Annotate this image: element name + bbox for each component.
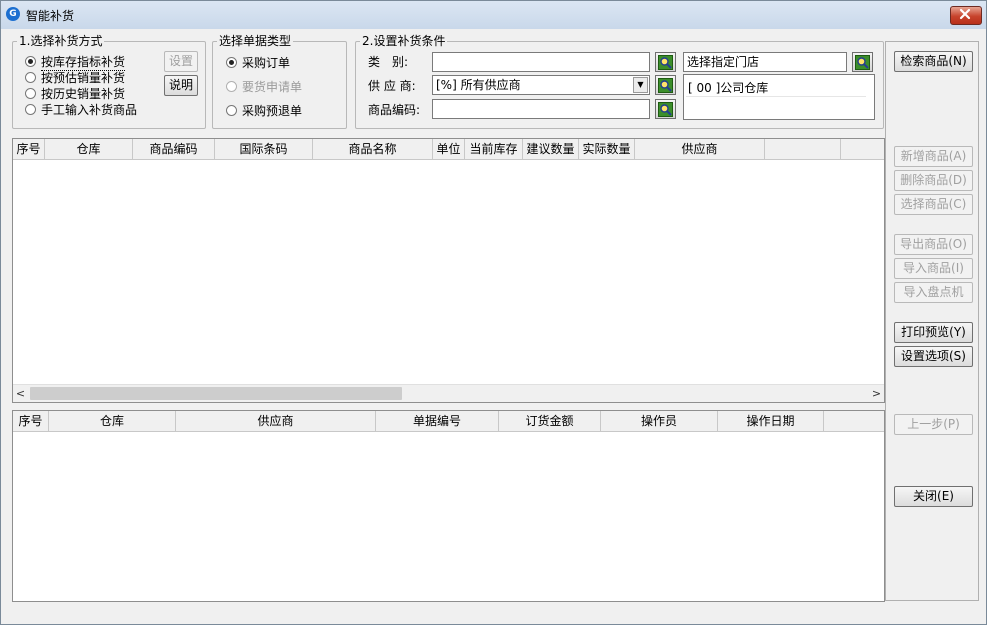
col-product-name[interactable]: 商品名称 <box>313 139 433 159</box>
col-order-index[interactable]: 序号 <box>13 411 49 431</box>
radio-stock-index[interactable] <box>25 56 36 67</box>
store-list[interactable]: [ 00 ]公司仓库 <box>683 74 875 120</box>
settings-button[interactable]: 设置 <box>164 51 198 72</box>
col-actual-qty[interactable]: 实际数量 <box>579 139 635 159</box>
radio-manual-input[interactable] <box>25 104 36 115</box>
magnifier-icon <box>855 55 870 70</box>
category-search-button[interactable] <box>655 52 676 72</box>
radio-purchase-return[interactable] <box>226 105 237 116</box>
window-title: 智能补货 <box>26 9 75 23</box>
magnifier-icon <box>658 78 673 93</box>
radio-purchase-return-label[interactable]: 采购预退单 <box>242 102 302 119</box>
export-products-button[interactable]: 导出商品(O) <box>894 234 973 255</box>
delete-product-button[interactable]: 删除商品(D) <box>894 170 973 191</box>
action-panel <box>885 41 979 601</box>
col-order-warehouse[interactable]: 仓库 <box>49 411 176 431</box>
col-blank <box>765 139 841 159</box>
magnifier-icon <box>658 55 673 70</box>
close-window-button[interactable] <box>950 6 982 25</box>
radio-request-order[interactable] <box>226 81 237 92</box>
close-button[interactable]: 关闭(E) <box>894 486 973 507</box>
col-supplier[interactable]: 供应商 <box>635 139 765 159</box>
magnifier-icon <box>658 102 673 117</box>
category-label: 类 别: <box>368 55 409 69</box>
order-table[interactable]: 序号 仓库 供应商 单据编号 订货金额 操作员 操作日期 <box>12 410 885 602</box>
col-index[interactable]: 序号 <box>13 139 45 159</box>
product-table-header: 序号 仓库 商品编码 国际条码 商品名称 单位 当前库存 建议数量 实际数量 供… <box>13 139 884 160</box>
radio-manual-input-label[interactable]: 手工输入补货商品 <box>41 101 137 118</box>
store-list-item-label: [ 00 ]公司仓库 <box>688 81 769 95</box>
radio-purchase-order-label[interactable]: 采购订单 <box>242 54 290 71</box>
supplier-search-button[interactable] <box>655 75 676 95</box>
supplier-select[interactable]: [%] 所有供应商 ▼ <box>432 75 650 95</box>
select-product-button[interactable]: 选择商品(C) <box>894 194 973 215</box>
conditions-legend: 2.设置补货条件 <box>362 34 446 48</box>
col-suggested-qty[interactable]: 建议数量 <box>523 139 579 159</box>
col-order-amount[interactable]: 订货金额 <box>499 411 601 431</box>
main-window: G 智能补货 1.选择补货方式 按库存指标补货 按预估销量补货 按历史销量补货 … <box>0 0 987 625</box>
product-code-field[interactable] <box>432 99 650 119</box>
col-order-number[interactable]: 单据编号 <box>376 411 499 431</box>
store-select-field[interactable]: 选择指定门店 <box>683 52 847 72</box>
radio-history-sales[interactable] <box>25 88 36 99</box>
import-counter-button[interactable]: 导入盘点机 <box>894 282 973 303</box>
radio-purchase-order[interactable] <box>226 57 237 68</box>
client-area: 1.选择补货方式 按库存指标补货 按预估销量补货 按历史销量补货 手工输入补货商… <box>7 31 981 603</box>
col-order-supplier[interactable]: 供应商 <box>176 411 376 431</box>
col-unit[interactable]: 单位 <box>433 139 465 159</box>
supplier-select-value: [%] 所有供应商 <box>436 78 521 92</box>
supplier-label: 供 应 商: <box>368 79 416 93</box>
col-barcode[interactable]: 国际条码 <box>215 139 313 159</box>
col-operation-date[interactable]: 操作日期 <box>718 411 824 431</box>
radio-estimated-sales-label[interactable]: 按预估销量补货 <box>41 69 125 86</box>
product-code-label: 商品编码: <box>368 103 421 117</box>
category-field[interactable] <box>432 52 650 72</box>
radio-request-order-label[interactable]: 要货申请单 <box>242 78 302 95</box>
radio-history-sales-label[interactable]: 按历史销量补货 <box>41 85 125 102</box>
app-icon: G <box>6 7 20 21</box>
scroll-right-icon[interactable]: > <box>869 385 884 402</box>
import-products-button[interactable]: 导入商品(I) <box>894 258 973 279</box>
product-table-hscrollbar[interactable]: < > <box>13 384 884 402</box>
chevron-down-icon[interactable]: ▼ <box>633 77 648 93</box>
previous-step-button[interactable]: 上一步(P) <box>894 414 973 435</box>
product-table[interactable]: 序号 仓库 商品编码 国际条码 商品名称 单位 当前库存 建议数量 实际数量 供… <box>12 138 885 403</box>
add-product-button[interactable]: 新增商品(A) <box>894 146 973 167</box>
close-icon <box>959 8 971 20</box>
product-code-search-button[interactable] <box>655 99 676 119</box>
title-bar[interactable]: G 智能补货 <box>1 1 986 29</box>
order-table-header: 序号 仓库 供应商 单据编号 订货金额 操作员 操作日期 <box>13 411 884 432</box>
store-search-button[interactable] <box>852 52 873 72</box>
scroll-thumb[interactable] <box>30 387 402 400</box>
col-current-stock[interactable]: 当前库存 <box>465 139 523 159</box>
document-type-legend: 选择单据类型 <box>219 34 292 48</box>
help-button[interactable]: 说明 <box>164 75 198 96</box>
replenish-method-legend: 1.选择补货方式 <box>19 34 103 48</box>
radio-estimated-sales[interactable] <box>25 72 36 83</box>
print-preview-button[interactable]: 打印预览(Y) <box>894 322 973 343</box>
col-warehouse[interactable]: 仓库 <box>45 139 133 159</box>
search-products-button[interactable]: 检索商品(N) <box>894 51 973 72</box>
col-operator[interactable]: 操作员 <box>601 411 718 431</box>
store-list-item[interactable]: [ 00 ]公司仓库 <box>686 76 866 97</box>
settings-options-button[interactable]: 设置选项(S) <box>894 346 973 367</box>
scroll-left-icon[interactable]: < <box>13 385 28 402</box>
col-order-blank <box>824 411 884 431</box>
col-product-code[interactable]: 商品编码 <box>133 139 215 159</box>
